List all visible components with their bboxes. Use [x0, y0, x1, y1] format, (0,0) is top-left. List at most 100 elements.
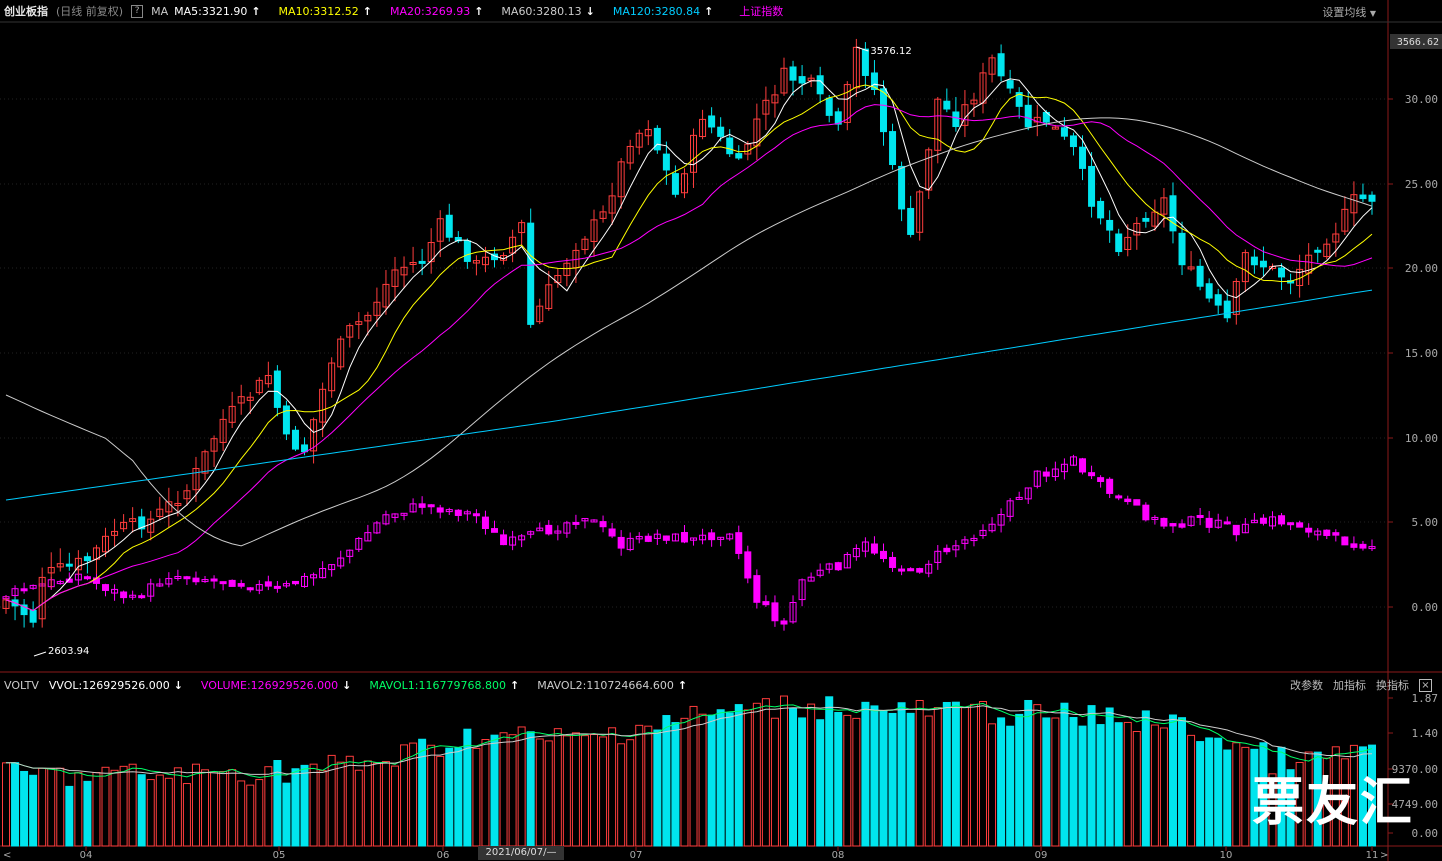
- add-indicator-button[interactable]: 加指标: [1333, 677, 1366, 693]
- volume-bar: [101, 766, 110, 847]
- volume-bar: [526, 731, 535, 847]
- price-tick-label: 15.00: [1405, 347, 1438, 360]
- edit-params-button[interactable]: 改参数: [1290, 677, 1323, 693]
- overlay-body: [870, 543, 878, 554]
- candle-body: [1205, 283, 1213, 299]
- overlay-body: [834, 562, 842, 571]
- volume-bar: [671, 722, 680, 847]
- candle-body: [997, 53, 1005, 77]
- overlay-body: [454, 509, 462, 516]
- volume-bar: [309, 763, 318, 847]
- overlay-label[interactable]: 上证指数: [739, 3, 783, 19]
- price-tick-label: 5.00: [1412, 516, 1439, 529]
- arrow-up-icon: ↑: [677, 678, 688, 692]
- volume-bar: [110, 769, 119, 847]
- candle-body: [29, 609, 37, 623]
- overlay-body: [481, 516, 489, 530]
- candle-body: [907, 207, 915, 235]
- volume-bar: [1178, 717, 1187, 847]
- volume-bar: [1241, 746, 1250, 847]
- overlay-body: [183, 576, 191, 580]
- overlay-body: [1142, 504, 1150, 521]
- volume-bar: [734, 704, 743, 847]
- overlay-index-candles: [2, 454, 1376, 631]
- overlay-body: [1305, 527, 1313, 533]
- candle-body: [1024, 104, 1032, 128]
- volume-bar: [861, 701, 870, 847]
- volume-bar: [146, 779, 155, 847]
- candle-body: [1069, 135, 1077, 148]
- help-icon[interactable]: ?: [131, 4, 144, 18]
- volume-bar: [1132, 731, 1141, 847]
- overlay-body: [1196, 514, 1204, 518]
- arrow-up-icon: ↑: [474, 4, 484, 18]
- candle-body: [1097, 200, 1105, 219]
- overlay-body: [1323, 529, 1331, 536]
- cursor-date-label: 2021/06/07/—: [478, 846, 564, 860]
- volume-bar: [291, 768, 300, 847]
- volume-bar: [906, 712, 915, 847]
- volume-bar: [1042, 717, 1051, 847]
- overlay-body: [237, 583, 245, 587]
- volume-bar: [535, 738, 544, 847]
- ma60-line: [5, 117, 1373, 547]
- month-label: 11: [1366, 850, 1379, 861]
- volume-bar: [237, 780, 246, 847]
- volume-bar: [201, 769, 210, 847]
- volume-bar: [1033, 704, 1042, 847]
- volume-bar: [816, 719, 825, 847]
- close-icon[interactable]: ×: [1419, 678, 1432, 692]
- volume-bar: [210, 771, 219, 847]
- moving-average-lines: [5, 78, 1373, 612]
- chart-canvas[interactable]: 30.00 25.00 20.00 15.00 10.00 5.00 0.00 3566.62…: [0, 0, 1442, 861]
- volume-bar: [743, 709, 752, 847]
- volume-bar: [979, 700, 988, 847]
- indicator-tools: 改参数 加指标 换指标 ×: [1290, 676, 1442, 694]
- volume-bar: [11, 762, 20, 847]
- overlay-body: [83, 576, 91, 580]
- volume-bar: [29, 774, 38, 847]
- ma-legend-item-2: MA20:3269.93 ↑: [389, 4, 484, 18]
- volume-bar: [1123, 721, 1132, 847]
- ma-legend-item-4: MA120:3280.84 ↑: [612, 4, 714, 18]
- volume-bar: [481, 739, 490, 847]
- main-header: 创业板指 (日线 前复权) ? MA MA5:3321.90 ↑ MA10:3312…: [0, 2, 791, 20]
- volume-bar: [951, 701, 960, 847]
- volume-bar: [381, 761, 390, 847]
- overlay-body: [1097, 477, 1105, 482]
- volume-bar: [318, 770, 327, 847]
- month-label: 06: [437, 850, 450, 861]
- volume-bar: [1168, 714, 1177, 847]
- candle-body: [83, 556, 91, 562]
- volume-bar: [770, 717, 779, 847]
- volume-bars: [2, 695, 1376, 847]
- volume-bar: [74, 772, 83, 847]
- volume-tick-label: 1.40: [1412, 727, 1439, 740]
- volume-bar: [1159, 727, 1168, 847]
- candle-body: [816, 75, 824, 95]
- volume-bar: [1141, 710, 1150, 847]
- volume-bar: [472, 747, 481, 847]
- candle-body: [798, 76, 806, 84]
- watermark-logo: 票友汇: [1252, 773, 1415, 833]
- candle-body: [291, 429, 299, 450]
- volume-bar: [282, 782, 291, 847]
- price-tick-label: 30.00: [1405, 93, 1438, 106]
- overlay-body: [120, 591, 128, 599]
- candle-body: [898, 165, 906, 210]
- overlay-body: [1205, 517, 1213, 528]
- volume-bar: [390, 765, 399, 847]
- month-label: 04: [80, 850, 93, 861]
- volume-bar: [590, 734, 599, 847]
- candle-body: [445, 214, 453, 238]
- overlay-body: [1296, 522, 1304, 528]
- overlay-body: [1359, 543, 1367, 549]
- overlay-body: [418, 503, 426, 508]
- volume-bar: [1150, 724, 1159, 847]
- ma5-line: [5, 78, 1373, 612]
- overlay-body: [1133, 499, 1141, 506]
- switch-indicator-button[interactable]: 换指标: [1376, 677, 1409, 693]
- volume-bar: [255, 779, 264, 847]
- index-name: 创业板指: [4, 5, 48, 18]
- ma-settings-dropdown[interactable]: 设置均线 ▼: [1322, 4, 1376, 20]
